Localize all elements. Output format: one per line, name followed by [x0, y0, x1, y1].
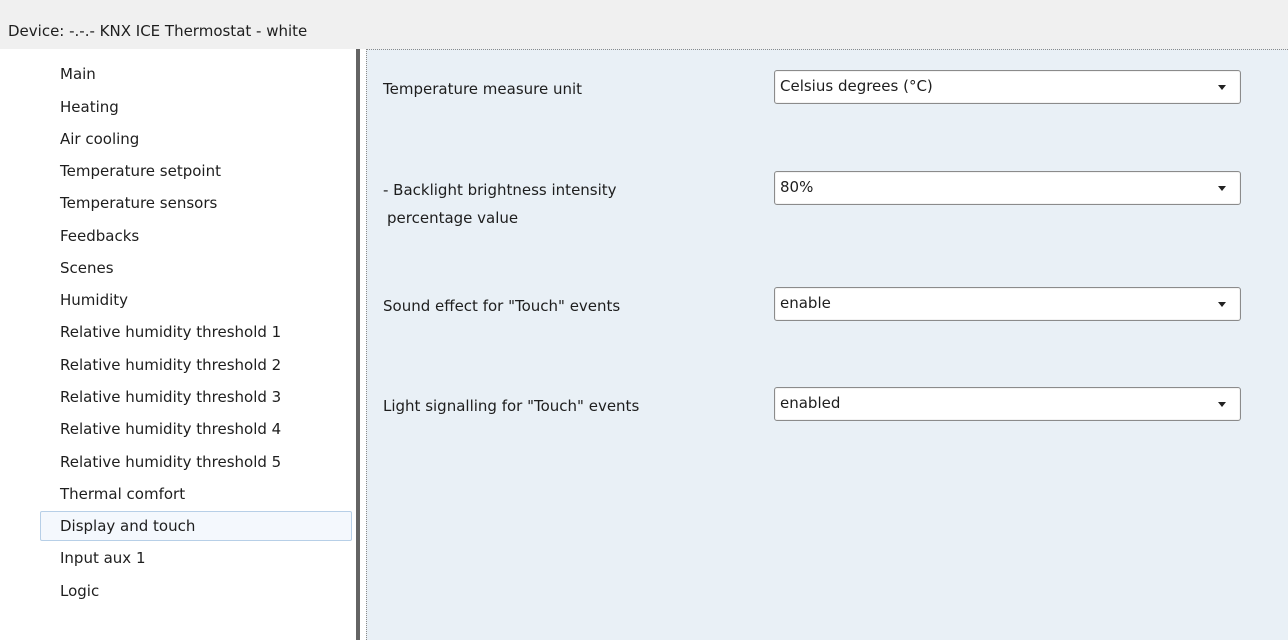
backlight-dropdown[interactable]: 80% [774, 171, 1241, 205]
chevron-down-icon [1218, 402, 1226, 407]
nav-item-temperature-setpoint[interactable]: Temperature setpoint [40, 156, 352, 186]
chevron-down-icon [1218, 302, 1226, 307]
title-bar: Device: -.-.- KNX ICE Thermostat - white [0, 0, 1288, 49]
chevron-down-icon [1218, 85, 1226, 90]
chevron-down-icon [1218, 186, 1226, 191]
light-signalling-dropdown[interactable]: enabled [774, 387, 1241, 421]
temp-unit-label: Temperature measure unit [383, 80, 583, 98]
nav-item-air-cooling[interactable]: Air cooling [40, 124, 352, 154]
temp-unit-dropdown[interactable]: Celsius degrees (°C) [774, 70, 1241, 104]
nav-item-rh-threshold-2[interactable]: Relative humidity threshold 2 [40, 350, 352, 380]
nav-item-rh-threshold-3[interactable]: Relative humidity threshold 3 [40, 382, 352, 412]
nav-item-heating[interactable]: Heating [40, 92, 352, 122]
parameter-content-panel [366, 49, 1288, 640]
sound-effect-dropdown[interactable]: enable [774, 287, 1241, 321]
nav-item-humidity[interactable]: Humidity [40, 285, 352, 315]
nav-item-scenes[interactable]: Scenes [40, 253, 352, 283]
nav-item-rh-threshold-4[interactable]: Relative humidity threshold 4 [40, 414, 352, 444]
nav-item-feedbacks[interactable]: Feedbacks [40, 221, 352, 251]
nav-item-rh-threshold-1[interactable]: Relative humidity threshold 1 [40, 317, 352, 347]
sound-effect-label: Sound effect for "Touch" events [383, 297, 621, 315]
nav-item-input-aux-1[interactable]: Input aux 1 [40, 543, 352, 573]
nav-item-logic[interactable]: Logic [40, 576, 352, 606]
parameter-nav-panel: Main Heating Air cooling Temperature set… [0, 49, 356, 640]
device-title: Device: -.-.- KNX ICE Thermostat - white [8, 22, 308, 40]
backlight-label-line1: - Backlight brightness intensity [383, 181, 617, 199]
light-signalling-value: enabled [780, 394, 841, 412]
nav-item-thermal-comfort[interactable]: Thermal comfort [40, 479, 352, 509]
backlight-value: 80% [780, 178, 814, 196]
nav-item-temperature-sensors[interactable]: Temperature sensors [40, 188, 352, 218]
nav-item-rh-threshold-5[interactable]: Relative humidity threshold 5 [40, 447, 352, 477]
nav-item-main[interactable]: Main [40, 59, 352, 89]
nav-item-display-and-touch[interactable]: Display and touch [40, 511, 352, 541]
backlight-label-line2: percentage value [387, 209, 519, 227]
sound-effect-value: enable [780, 294, 831, 312]
light-signalling-label: Light signalling for "Touch" events [383, 397, 640, 415]
temp-unit-value: Celsius degrees (°C) [780, 77, 933, 95]
